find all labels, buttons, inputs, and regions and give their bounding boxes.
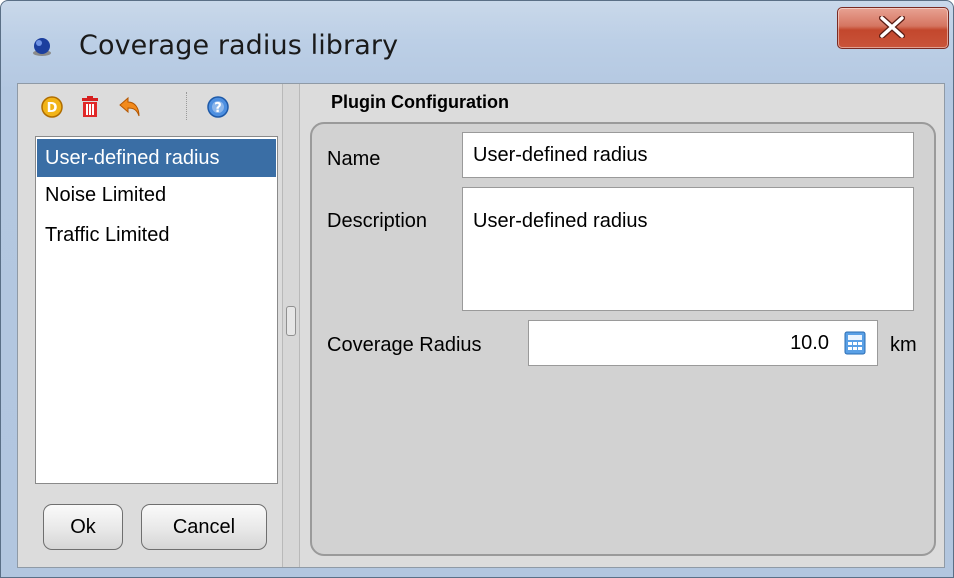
name-label: Name bbox=[327, 148, 381, 170]
ok-button[interactable]: Ok bbox=[43, 504, 123, 550]
plugin-list-panel: D ? User-defined radius Noise Limited Tr… bbox=[18, 84, 282, 567]
help-question-icon[interactable]: ? bbox=[206, 95, 230, 119]
plugin-toolbar: D ? bbox=[18, 84, 282, 128]
plugin-list[interactable]: User-defined radius Noise Limited Traffi… bbox=[35, 136, 278, 484]
divider-grip[interactable] bbox=[286, 306, 296, 336]
split-pane-divider[interactable] bbox=[282, 84, 300, 567]
svg-text:?: ? bbox=[214, 101, 222, 116]
svg-text:D: D bbox=[47, 101, 58, 116]
list-item-traffic-limited[interactable]: Traffic Limited bbox=[37, 215, 276, 255]
calculator-icon[interactable] bbox=[843, 331, 867, 355]
list-item-user-defined-radius[interactable]: User-defined radius bbox=[37, 139, 276, 177]
cancel-button[interactable]: Cancel bbox=[141, 504, 267, 550]
coverage-radius-field[interactable]: 10.0 bbox=[528, 320, 878, 366]
close-x-icon bbox=[879, 16, 905, 38]
title-bar[interactable]: Coverage radius library bbox=[1, 1, 953, 79]
coverage-radius-value: 10.0 bbox=[790, 332, 829, 354]
configuration-group: Name User-defined radius Description Use… bbox=[310, 122, 936, 556]
delete-trash-icon[interactable] bbox=[78, 95, 102, 119]
description-label: Description bbox=[327, 210, 428, 232]
undo-arrow-icon[interactable] bbox=[118, 95, 142, 119]
toolbar-separator bbox=[186, 92, 187, 120]
name-field[interactable]: User-defined radius bbox=[462, 132, 914, 178]
radius-unit-label: km bbox=[890, 334, 917, 356]
close-button[interactable] bbox=[837, 7, 949, 49]
dialog-content: D ? User-defined radius Noise Limited Tr… bbox=[17, 83, 945, 568]
section-title: Plugin Configuration bbox=[331, 92, 509, 112]
description-field[interactable]: User-defined radius bbox=[462, 187, 914, 311]
dialog-window: Coverage radius library D ? User-defined… bbox=[0, 0, 954, 578]
coverage-radius-label: Coverage Radius bbox=[327, 334, 482, 356]
list-item-noise-limited[interactable]: Noise Limited bbox=[37, 175, 276, 215]
blue-globe-icon bbox=[33, 38, 51, 56]
plugin-configuration-panel: Plugin Configuration Name User-defined r… bbox=[300, 84, 944, 567]
window-title: Coverage radius library bbox=[79, 30, 399, 61]
default-plugin-icon[interactable]: D bbox=[40, 95, 64, 119]
